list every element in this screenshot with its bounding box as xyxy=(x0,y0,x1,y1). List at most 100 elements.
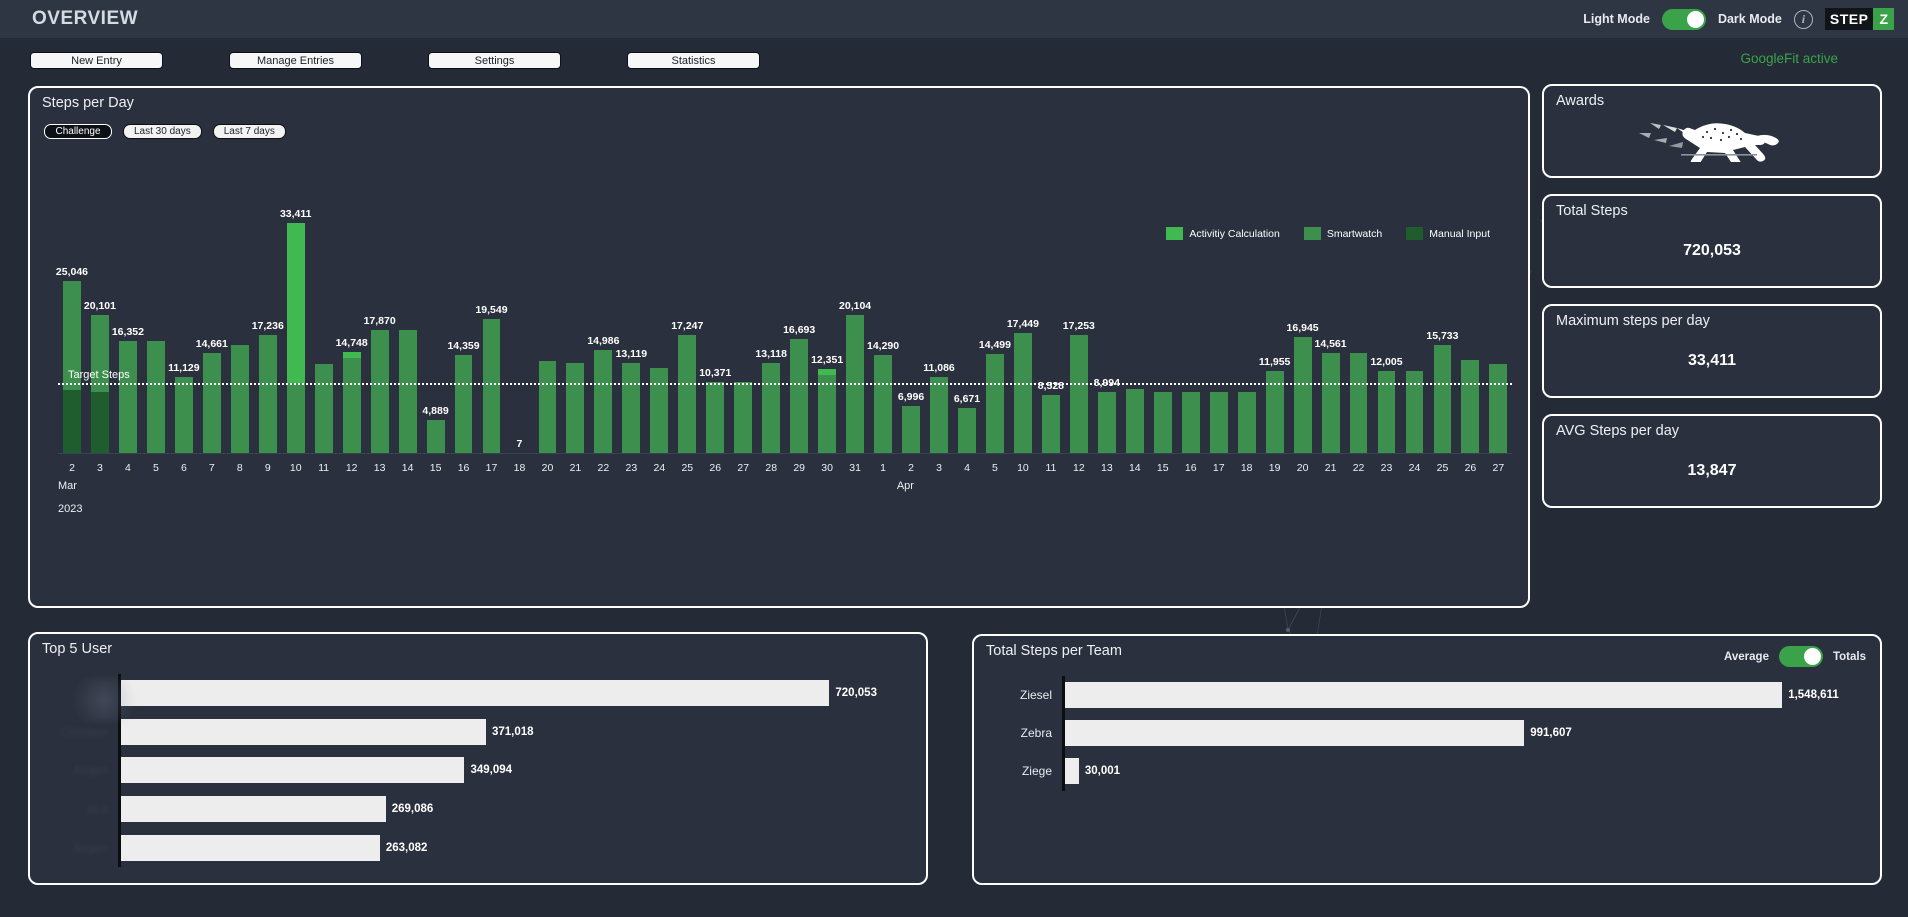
day-bar[interactable]: 33,411 xyxy=(280,208,311,454)
chip-last-30-days[interactable]: Last 30 days xyxy=(123,124,202,139)
day-bar[interactable]: 14,986 xyxy=(587,335,619,454)
horizontal-bar[interactable] xyxy=(1065,758,1079,785)
settings-button[interactable]: Settings xyxy=(428,52,561,69)
dark-mode-toggle[interactable] xyxy=(1661,8,1706,30)
bar-row[interactable]: Ziege 30,001 xyxy=(974,752,1880,791)
bar-slot[interactable]: 20,101 xyxy=(84,212,116,454)
bar-slot[interactable]: 14,290 xyxy=(867,212,899,454)
bar-row[interactable]: 720,053 xyxy=(30,674,926,713)
day-bar[interactable]: 14,561 xyxy=(1315,338,1347,454)
bar-slot[interactable]: 11,955 xyxy=(1259,212,1290,454)
day-bar[interactable] xyxy=(734,382,753,454)
bar-slot[interactable]: 16,693 xyxy=(783,212,815,454)
day-bar[interactable] xyxy=(146,340,165,454)
bar-slot[interactable] xyxy=(1177,212,1205,454)
day-bar[interactable]: 17,236 xyxy=(252,320,284,454)
bar-slot[interactable]: 17,870 xyxy=(364,212,396,454)
bar-slot[interactable]: 14,561 xyxy=(1315,212,1347,454)
day-bar[interactable] xyxy=(230,345,249,454)
bar-slot[interactable] xyxy=(142,212,170,454)
bar-slot[interactable] xyxy=(1121,212,1149,454)
bar-slot[interactable]: 16,352 xyxy=(112,212,144,454)
bar-row[interactable]: Zebra 991,607 xyxy=(974,714,1880,753)
day-bar[interactable]: 19,549 xyxy=(475,304,508,454)
day-bar[interactable] xyxy=(566,362,585,454)
bar-row[interactable]: Ziesel 1,548,611 xyxy=(974,676,1880,715)
bar-slot[interactable] xyxy=(1484,212,1512,454)
bar-slot[interactable]: 4,889 xyxy=(422,212,450,454)
bar-slot[interactable]: 11,129 xyxy=(168,212,200,454)
bar-slot[interactable]: 14,986 xyxy=(587,212,619,454)
day-bar[interactable]: 14,359 xyxy=(447,340,480,454)
bar-slot[interactable]: 13,118 xyxy=(755,212,787,454)
day-bar[interactable]: 15,733 xyxy=(1426,330,1459,454)
bar-slot[interactable]: 8,994 xyxy=(1093,212,1121,454)
bar-slot[interactable]: 14,359 xyxy=(447,212,480,454)
bar-slot[interactable] xyxy=(394,212,422,454)
bar-slot[interactable]: 13,119 xyxy=(616,212,647,454)
bar-slot[interactable] xyxy=(1233,212,1261,454)
day-bar[interactable] xyxy=(1237,391,1256,454)
bar-slot[interactable] xyxy=(310,212,338,454)
day-bar[interactable]: 16,945 xyxy=(1287,322,1319,454)
bar-slot[interactable]: 7 xyxy=(506,212,534,454)
day-bar[interactable]: 12,351 xyxy=(811,354,843,454)
chip-last-7-days[interactable]: Last 7 days xyxy=(212,124,286,139)
day-bar[interactable]: 6,996 xyxy=(898,391,924,454)
bar-slot[interactable] xyxy=(561,212,589,454)
day-bar[interactable]: 6,671 xyxy=(954,393,980,454)
bar-slot[interactable]: 17,236 xyxy=(252,212,284,454)
bar-row[interactable]: Christian 371,018 xyxy=(30,712,926,752)
bar-slot[interactable]: 8,528 xyxy=(1037,212,1065,454)
bar-slot[interactable] xyxy=(645,212,673,454)
day-bar[interactable]: 17,253 xyxy=(1063,320,1095,454)
day-bar[interactable] xyxy=(650,367,669,454)
day-bar[interactable] xyxy=(538,361,557,454)
horizontal-bar[interactable] xyxy=(121,718,486,745)
chip-challenge[interactable]: Challenge xyxy=(44,124,112,139)
bar-slot[interactable]: 16,945 xyxy=(1287,212,1319,454)
day-bar[interactable]: 17,870 xyxy=(364,315,396,454)
bar-slot[interactable]: 25,046 xyxy=(56,212,88,454)
bar-slot[interactable] xyxy=(533,212,561,454)
average-totals-toggle[interactable] xyxy=(1778,646,1823,667)
bar-slot[interactable]: 14,748 xyxy=(336,212,368,454)
statistics-button[interactable]: Statistics xyxy=(627,52,760,69)
day-bar[interactable]: 10,371 xyxy=(699,367,731,454)
day-bar[interactable]: 13,118 xyxy=(755,348,787,454)
day-bar[interactable]: 25,046 xyxy=(56,266,88,454)
bar-slot[interactable]: 12,351 xyxy=(811,212,843,454)
bar-slot[interactable]: 33,411 xyxy=(280,208,311,454)
day-bar[interactable]: 14,661 xyxy=(196,338,228,454)
day-bar[interactable]: 14,290 xyxy=(867,340,899,454)
day-bar[interactable] xyxy=(1181,391,1200,454)
bar-slot[interactable] xyxy=(729,212,757,454)
bar-slot[interactable]: 14,661 xyxy=(196,212,228,454)
day-bar[interactable]: 17,449 xyxy=(1007,318,1039,454)
day-bar[interactable]: 8,994 xyxy=(1094,377,1120,454)
day-bar[interactable]: 11,129 xyxy=(168,362,200,454)
day-bar[interactable]: 16,693 xyxy=(783,324,815,454)
bar-slot[interactable]: 12,005 xyxy=(1370,212,1403,454)
bar-slot[interactable] xyxy=(1456,212,1484,454)
day-bar[interactable]: 4,889 xyxy=(422,405,449,454)
bar-slot[interactable]: 6,996 xyxy=(897,212,925,454)
horizontal-bar[interactable] xyxy=(121,834,380,861)
horizontal-bar[interactable] xyxy=(121,796,386,823)
day-bar[interactable] xyxy=(1489,364,1508,454)
bar-slot[interactable]: 19,549 xyxy=(475,212,508,454)
day-bar[interactable]: 14,748 xyxy=(336,337,368,454)
bar-slot[interactable] xyxy=(1345,212,1373,454)
day-bar[interactable] xyxy=(1349,353,1368,454)
bar-slot[interactable] xyxy=(226,212,254,454)
bar-slot[interactable]: 10,371 xyxy=(699,212,731,454)
day-bar[interactable]: 11,086 xyxy=(923,362,955,454)
bar-row[interactable]: Al a 269,086 xyxy=(30,789,926,829)
day-bar[interactable] xyxy=(1209,391,1228,454)
day-bar[interactable]: 8,528 xyxy=(1038,380,1064,454)
info-icon[interactable]: i xyxy=(1793,9,1813,29)
bar-slot[interactable]: 11,086 xyxy=(923,212,955,454)
day-bar[interactable] xyxy=(1153,391,1172,454)
bar-slot[interactable]: 14,499 xyxy=(979,212,1011,454)
horizontal-bar[interactable] xyxy=(121,757,465,784)
